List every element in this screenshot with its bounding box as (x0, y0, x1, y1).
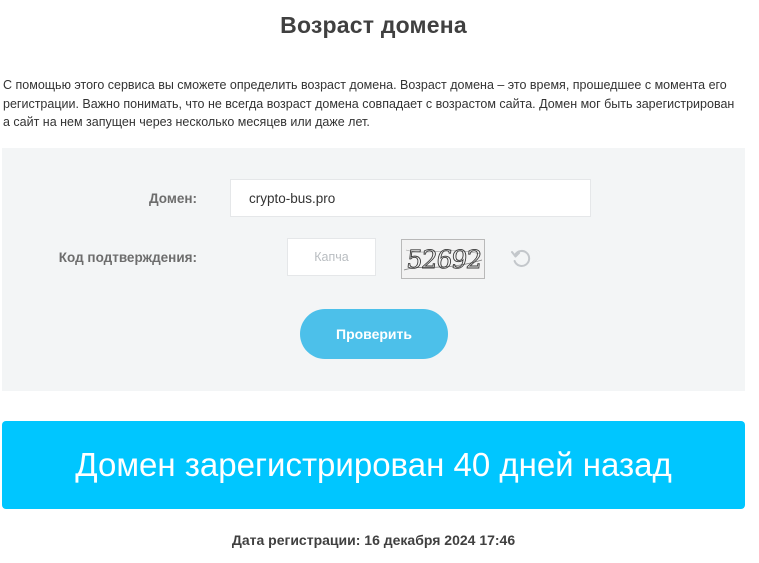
refresh-captcha-icon[interactable] (510, 247, 532, 269)
page-title: Возраст домена (280, 12, 467, 38)
result-banner: Домен зарегистрирован 40 дней назад (2, 421, 745, 509)
page-description: С помощью этого сервиса вы сможете опред… (3, 78, 735, 130)
captcha-text: 52692 (405, 245, 483, 274)
check-button[interactable]: Проверить (300, 309, 448, 359)
captcha-label: Код подтверждения: (58, 250, 197, 265)
captcha-image: 52692 (401, 239, 485, 279)
captcha-input[interactable] (287, 238, 376, 276)
domain-label: Домен: (149, 191, 197, 206)
registration-date: Дата регистрации: 16 декабря 2024 17:46 (231, 532, 516, 548)
domain-input[interactable] (230, 179, 591, 217)
